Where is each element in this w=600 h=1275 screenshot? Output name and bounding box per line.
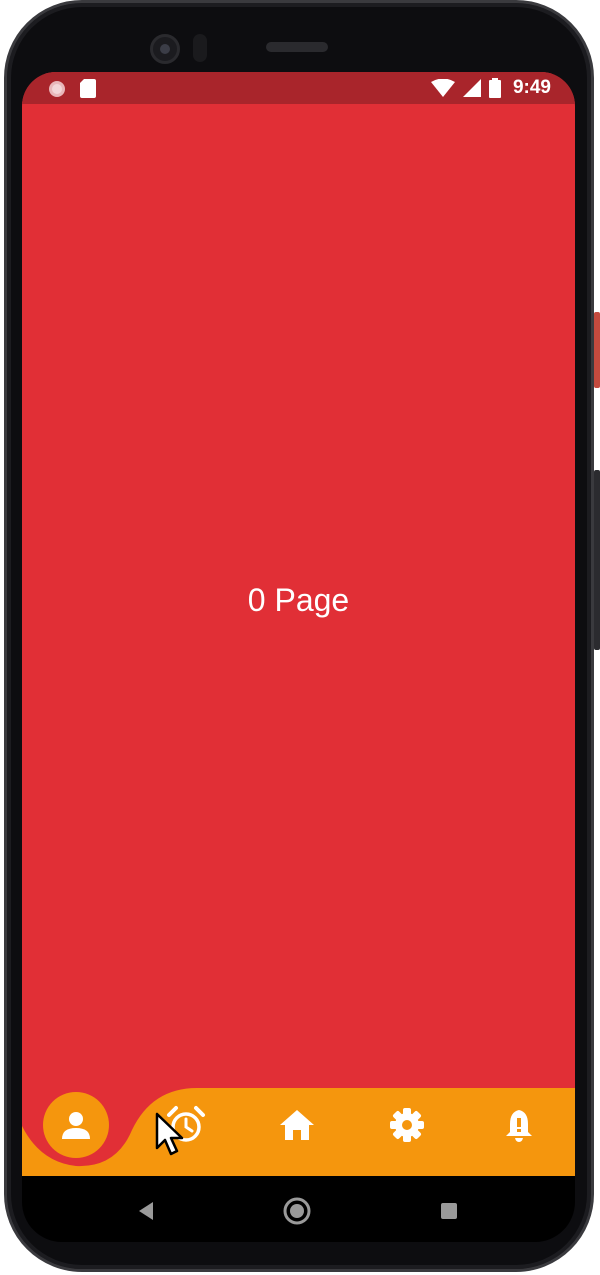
notification-dot-icon	[49, 80, 65, 97]
page-label: 0 Page	[247, 582, 350, 618]
system-navigation-bar	[22, 1176, 575, 1242]
notification-bell-icon	[506, 1110, 532, 1142]
front-camera-icon	[150, 34, 180, 64]
proximity-sensor	[193, 34, 207, 62]
system-home-button[interactable]	[282, 1196, 312, 1226]
volume-button	[594, 470, 600, 650]
nav-item-settings[interactable]	[384, 1102, 430, 1148]
home-circle-icon	[283, 1197, 311, 1225]
alarm-icon	[167, 1106, 205, 1142]
system-back-button[interactable]	[131, 1196, 161, 1226]
curved-bottom-navigation	[22, 1072, 575, 1178]
status-time: 9:49	[512, 77, 551, 98]
signal-icon	[462, 79, 481, 97]
phone-frame: 9:49 0 Page	[0, 0, 600, 1275]
person-icon	[62, 1112, 90, 1139]
settings-icon	[390, 1108, 424, 1142]
page-content: 0 Page	[22, 104, 575, 1088]
system-recents-button[interactable]	[434, 1196, 464, 1226]
nav-item-alarm[interactable]	[163, 1102, 209, 1148]
earpiece-speaker	[266, 42, 328, 52]
nav-item-home[interactable]	[274, 1102, 320, 1148]
wifi-icon	[430, 79, 455, 97]
status-left-icons	[48, 79, 96, 98]
nav-item-profile-active[interactable]	[43, 1092, 109, 1158]
app-screen: 9:49 0 Page	[22, 72, 575, 1178]
status-right-icons: 9:49	[430, 77, 551, 99]
nav-item-notifications[interactable]	[496, 1102, 542, 1148]
sim-card-icon	[80, 79, 96, 98]
home-icon	[280, 1110, 314, 1140]
status-bar: 9:49	[22, 72, 575, 104]
power-button	[594, 312, 600, 388]
battery-icon	[488, 78, 501, 98]
back-icon	[139, 1202, 153, 1220]
recents-icon	[441, 1203, 457, 1219]
